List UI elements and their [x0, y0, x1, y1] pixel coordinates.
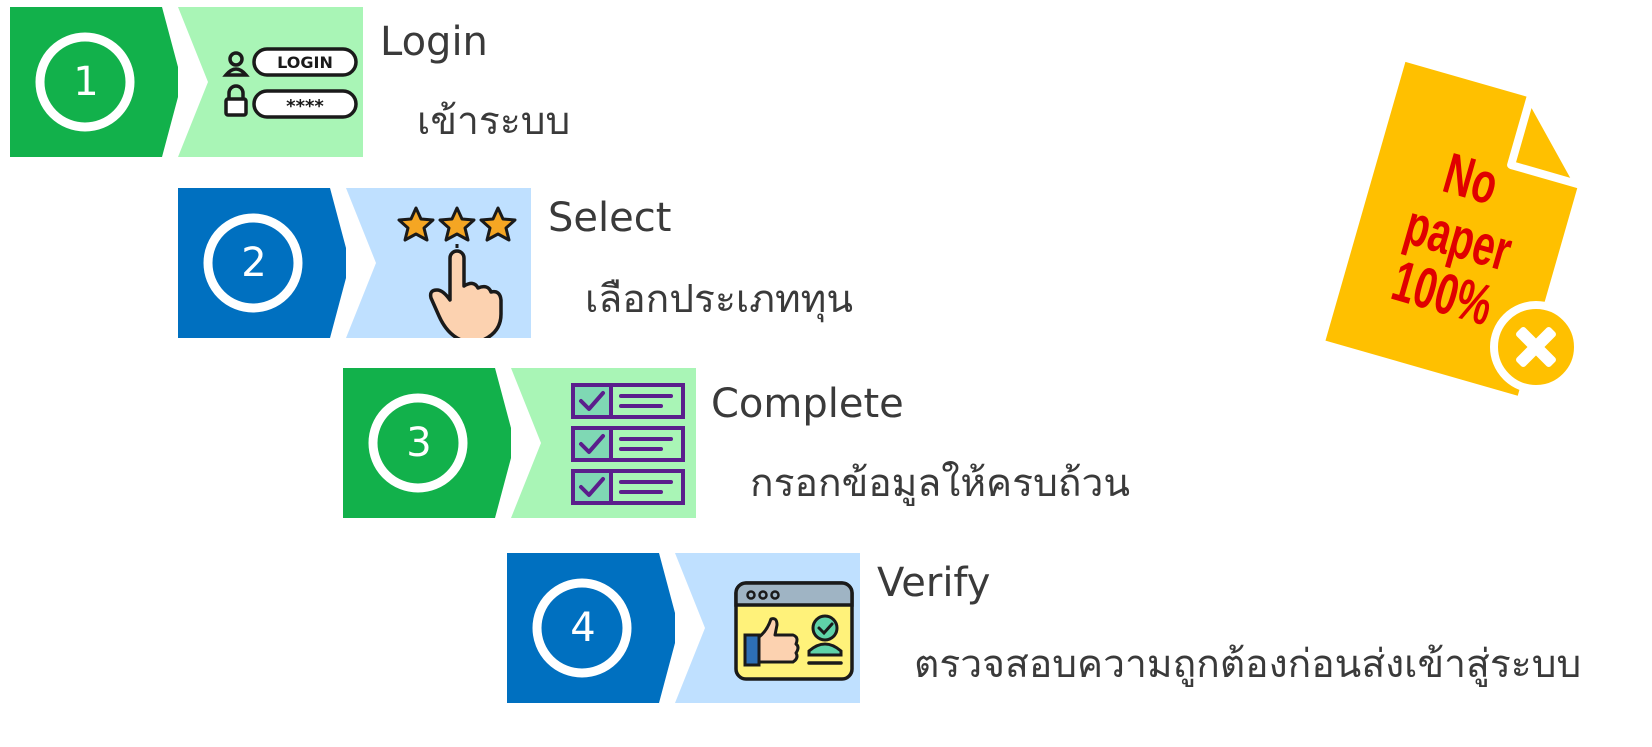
step-1: 1 LOGIN **** Login เข้าระบบ: [10, 7, 1210, 177]
step-4-number: 4: [570, 605, 596, 651]
step-2-subtitle: เลือกประเภททุน: [585, 277, 854, 322]
step-1-title: Login: [380, 19, 488, 65]
step-4-subtitle: ตรวจสอบความถูกต้องก่อนส่งเข้าสู่ระบบ: [914, 642, 1582, 687]
verify-browser-icon: [675, 553, 860, 703]
step-2-icon-panel: [346, 188, 549, 356]
step-2: 2 Select เลือกประเภททุน: [178, 188, 1378, 358]
step-2-badge: 2: [178, 188, 360, 356]
step-4: 4 Verify ตรวจสอบความถูกต้องก่อนส่งเข้าสู…: [507, 553, 1652, 723]
login-form-icon: LOGIN ****: [178, 7, 363, 157]
step-3-title: Complete: [711, 381, 904, 427]
step-3-subtitle: กรอกข้อมูลให้ครบถ้วน: [750, 461, 1131, 506]
step-4-badge: 4: [507, 553, 689, 721]
step-1-icon-panel: LOGIN ****: [178, 7, 381, 175]
no-paper-document-icon: No paper 100%: [1320, 55, 1610, 415]
step-1-number: 1: [73, 59, 99, 105]
password-field-text: ****: [286, 96, 324, 117]
step-3-number: 3: [406, 420, 432, 466]
login-field-text: LOGIN: [277, 53, 333, 72]
step-2-title: Select: [548, 195, 672, 241]
step-4-title: Verify: [877, 560, 991, 606]
step-3-icon-panel: [511, 368, 714, 536]
step-2-number: 2: [241, 240, 267, 286]
close-icon: [1490, 301, 1582, 393]
step-4-icon-panel: [675, 553, 878, 721]
step-3-badge: 3: [343, 368, 525, 536]
step-1-badge: 1: [10, 7, 192, 175]
checklist-icon: [511, 368, 696, 518]
step-1-subtitle: เข้าระบบ: [417, 99, 571, 144]
star-rating-hand-icon: [346, 188, 531, 338]
